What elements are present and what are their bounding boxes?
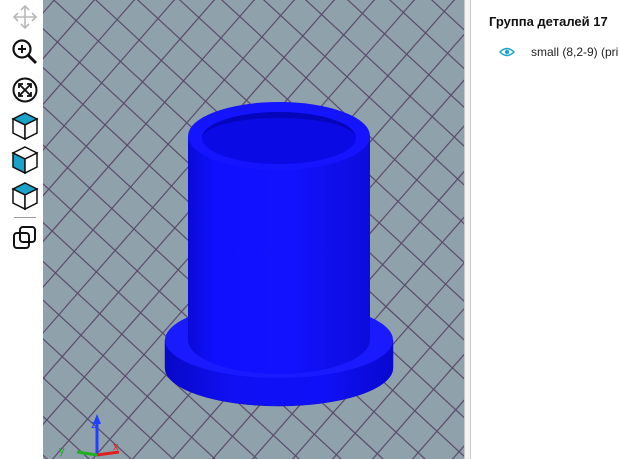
- fit-view-icon: [12, 77, 38, 103]
- fit-view-button[interactable]: [9, 74, 41, 106]
- svg-text:x: x: [113, 441, 119, 453]
- 3d-scene: x y z: [43, 0, 464, 459]
- zoom-in-icon: [12, 39, 38, 65]
- toolbar-separator: [14, 217, 36, 218]
- layers-button[interactable]: [9, 222, 41, 254]
- eye-icon[interactable]: [499, 47, 515, 57]
- view-top-button[interactable]: [9, 110, 41, 142]
- panel-splitter[interactable]: [464, 0, 471, 459]
- part-list-item[interactable]: small (8,2-9) (prir: [499, 43, 619, 61]
- view-cube-front-icon: [11, 146, 39, 175]
- zoom-tool-button[interactable]: [9, 36, 41, 68]
- view-cube-top-icon: [11, 112, 39, 141]
- view-front-button[interactable]: [9, 144, 41, 176]
- 3d-viewport[interactable]: x y z: [43, 0, 464, 459]
- move-tool-button[interactable]: [9, 1, 41, 33]
- model-cylinder[interactable]: [188, 102, 370, 374]
- view-iso-button[interactable]: [9, 180, 41, 212]
- part-label: small (8,2-9) (prir: [531, 45, 619, 59]
- svg-text:y: y: [59, 445, 65, 457]
- svg-text:z: z: [91, 419, 97, 431]
- view-toolbar: [0, 0, 43, 459]
- view-cube-iso-icon: [11, 182, 39, 211]
- parts-panel: Группа деталей 17 small (8,2-9) (prir: [471, 0, 619, 459]
- grid-line: [430, 0, 464, 31]
- panel-title: Группа деталей 17: [489, 14, 608, 29]
- move-icon: [12, 4, 38, 30]
- layers-icon: [13, 226, 36, 249]
